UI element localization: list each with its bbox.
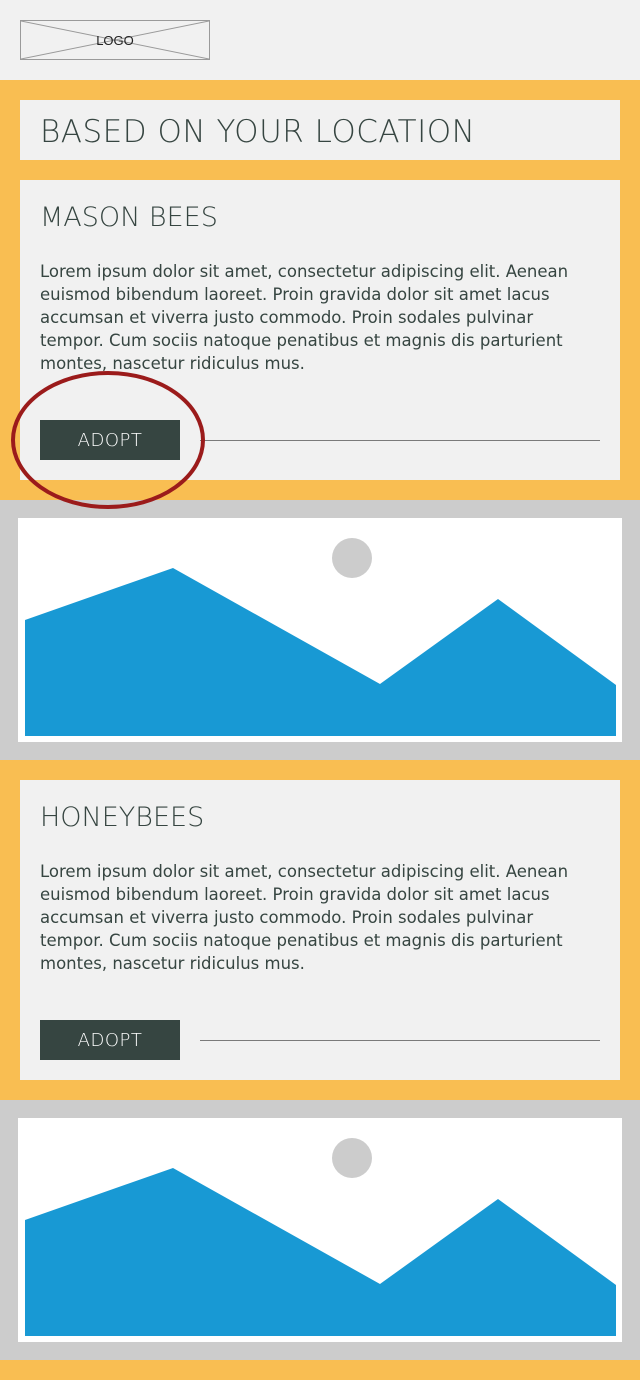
mountain-shape xyxy=(25,568,616,736)
highlight-circle xyxy=(11,371,205,509)
card-title: MASON BEES xyxy=(40,202,218,233)
mountain-shape xyxy=(25,1168,616,1336)
card-description: Lorem ipsum dolor sit amet, consectetur … xyxy=(40,262,569,373)
image-placeholder xyxy=(18,1118,622,1342)
section-title: BASED ON YOUR LOCATION xyxy=(40,114,476,150)
card-description: Lorem ipsum dolor sit amet, consectetur … xyxy=(40,862,569,973)
sun-shape xyxy=(332,1138,372,1178)
logo-text: LOGO xyxy=(96,32,134,48)
sun-shape xyxy=(332,538,372,578)
image-placeholder xyxy=(18,518,622,742)
divider-line xyxy=(200,1040,600,1041)
image-placeholder-icon xyxy=(25,1138,616,1336)
next-section xyxy=(0,1360,640,1380)
image-placeholder-icon xyxy=(25,538,616,736)
adopt-button[interactable]: ADOPT xyxy=(40,1020,180,1060)
card-title: HONEYBEES xyxy=(40,802,205,833)
logo-placeholder[interactable]: LOGO xyxy=(20,20,210,60)
divider-line xyxy=(200,440,600,441)
